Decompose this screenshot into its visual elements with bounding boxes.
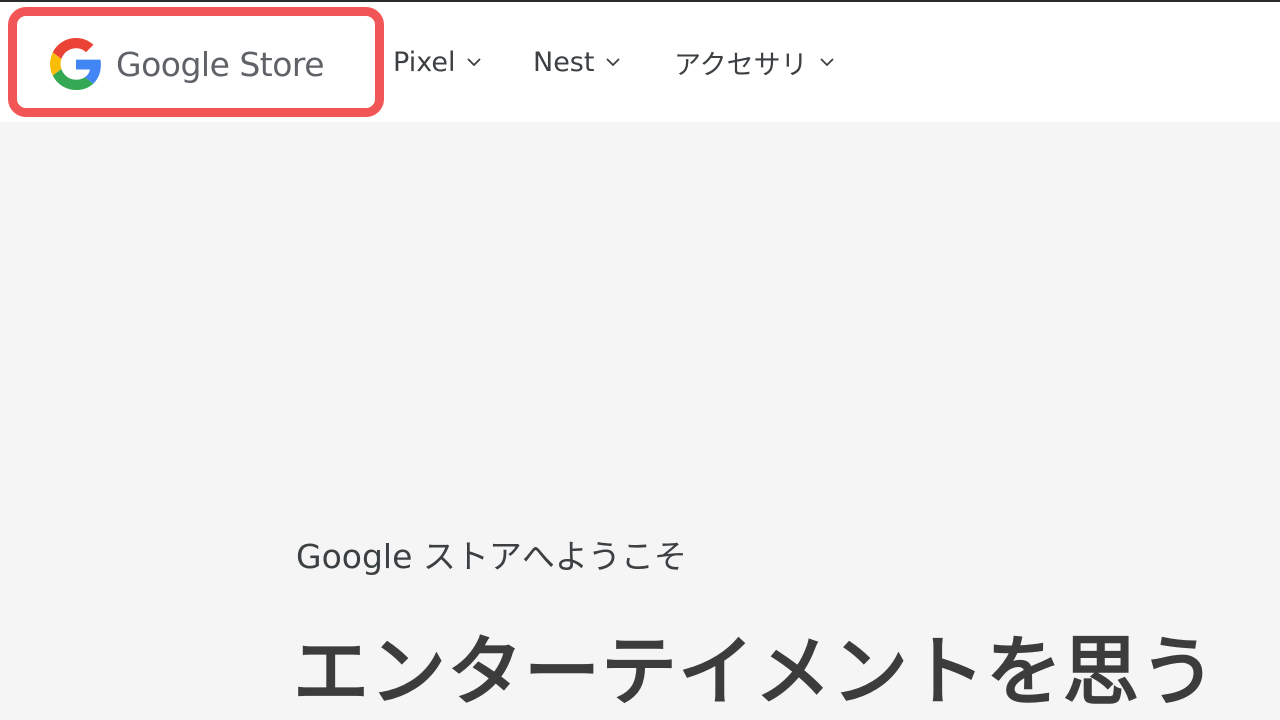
chevron-down-icon [820,58,834,67]
google-store-logo[interactable]: Google Store [50,34,325,94]
chevron-down-icon [467,58,482,67]
nav-item-nest[interactable]: Nest [533,32,622,92]
nav-item-label: Pixel [393,46,456,78]
site-header: Google Store Pixel Nest アクセサリ [0,2,1280,122]
google-g-icon [50,38,101,90]
nav-item-label: Nest [533,46,595,78]
nav-item-accessories[interactable]: アクセサリ [674,32,836,92]
nav-item-label: アクセサリ [674,49,808,81]
chevron-down-icon [606,58,621,67]
hero-headline: エンターテイメントを思う [293,627,1217,716]
logo-text: Google Store [116,44,325,84]
nav-item-pixel[interactable]: Pixel [393,32,483,92]
welcome-text: Google ストアへようこそ [296,537,687,576]
